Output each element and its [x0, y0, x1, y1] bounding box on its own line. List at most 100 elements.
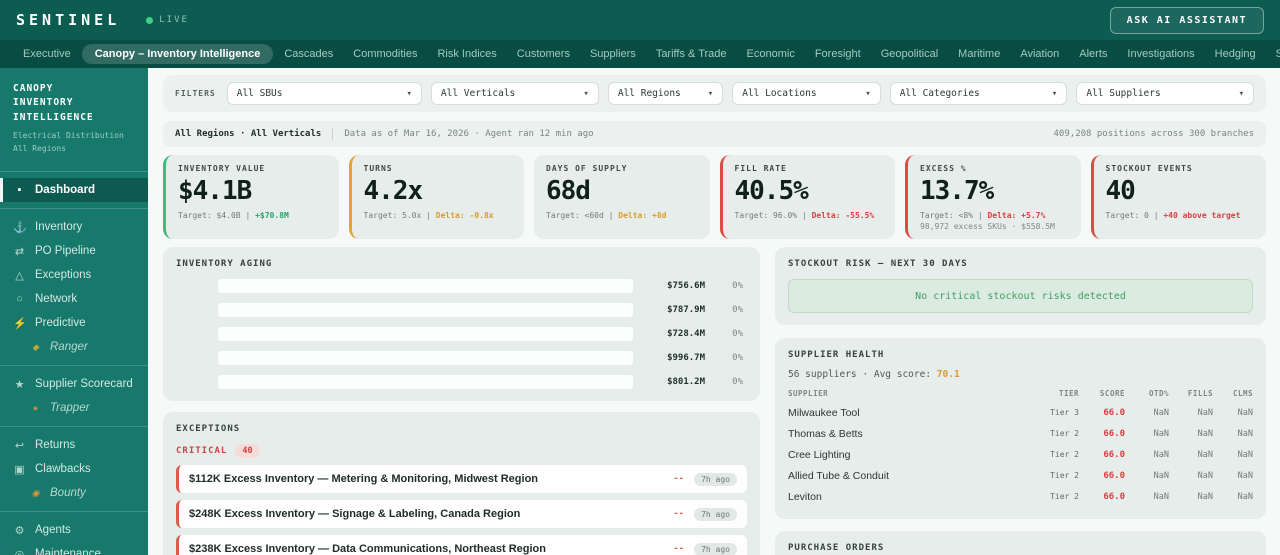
kpi-separator: |: [245, 211, 251, 220]
kpi-value: 4.2x: [363, 176, 424, 206]
kpi-separator: |: [608, 211, 614, 220]
tab-executive[interactable]: Executive: [14, 45, 80, 63]
star-icon: ★: [14, 378, 25, 391]
supplier-tier: Tier 2: [1050, 450, 1079, 459]
tab-geopolitical[interactable]: Geopolitical: [872, 45, 947, 63]
tab-canopy-inventory-intelligence[interactable]: Canopy – Inventory Intelligence: [81, 44, 274, 64]
sidebar-item-label: Ranger: [50, 341, 88, 354]
filter-sbus-value: All SBUs: [236, 88, 283, 99]
filter-suppliers-dropdown[interactable]: All Suppliers ▾: [1076, 82, 1254, 105]
sidebar-item-label: Agents: [35, 524, 71, 537]
filter-sbus-dropdown[interactable]: All SBUs ▾: [226, 82, 422, 105]
aging-pct: 0%: [732, 329, 743, 339]
app-logo: SENTINEL: [16, 11, 121, 29]
kpi-target: Target: <8% | Delta: +5.7%: [920, 211, 1069, 220]
severity-row-critical: CRITICAL 40: [176, 444, 747, 458]
tab-economic[interactable]: Economic: [738, 45, 804, 63]
tab-maritime[interactable]: Maritime: [949, 45, 1009, 63]
column-score: SCORE: [1099, 389, 1125, 398]
sidebar-item-label: Exceptions: [35, 269, 92, 282]
sidebar-item-maintenance[interactable]: ◎ Maintenance: [0, 542, 148, 555]
kpi-card-days-of-supply: DAYS OF SUPPLY 68d Target: <60d | Delta:…: [534, 155, 710, 239]
sidebar-item-exceptions[interactable]: △ Exceptions: [0, 263, 148, 287]
tab-customers[interactable]: Customers: [508, 45, 579, 63]
sidebar-item-bounty[interactable]: ◉ Bounty: [0, 481, 148, 505]
tab-investigations[interactable]: Investigations: [1118, 45, 1203, 63]
tab-foresight[interactable]: Foresight: [806, 45, 870, 63]
tab-settings[interactable]: Settings: [1267, 45, 1280, 63]
supplier-health-panel: SUPPLIER HEALTH 56 suppliers · Avg score…: [775, 338, 1266, 519]
sidebar-divider: [0, 365, 148, 367]
filter-categories-dropdown[interactable]: All Categories ▾: [889, 82, 1068, 105]
po-pipeline-icon: ⇄: [14, 245, 25, 258]
tab-risk-indices[interactable]: Risk Indices: [428, 45, 505, 63]
aging-bar: [218, 279, 633, 293]
supplier-tier: Tier 3: [1050, 408, 1079, 417]
sidebar-item-trapper[interactable]: ● Trapper: [0, 396, 148, 420]
warning-triangle-icon: △: [15, 269, 24, 282]
sidebar-item-clawbacks[interactable]: ▣ Clawbacks: [0, 457, 148, 481]
chevron-down-icon: ▾: [1238, 88, 1244, 99]
kpi-delta: +$70.8M: [255, 211, 289, 220]
sidebar-item-returns[interactable]: ↩ Returns: [0, 433, 148, 457]
tab-hedging[interactable]: Hedging: [1206, 45, 1265, 63]
sidebar-item-inventory[interactable]: ⚓ Inventory: [0, 215, 148, 239]
sidebar-item-agents[interactable]: ⚙ Agents: [0, 518, 148, 542]
kpi-separator: |: [977, 211, 983, 220]
tab-tariffs-trade[interactable]: Tariffs & Trade: [647, 45, 736, 63]
supplier-row[interactable]: Milwaukee Tool Tier 3 66.0 NaN NaN NaN: [788, 402, 1253, 423]
supplier-row[interactable]: Leviton Tier 2 66.0 NaN NaN NaN: [788, 486, 1253, 507]
stockout-risk-message: No critical stockout risks detected: [788, 279, 1253, 313]
supplier-score: 66.0: [1103, 449, 1125, 460]
supplier-clms: NaN: [1237, 470, 1253, 481]
column-supplier: SUPPLIER: [788, 389, 829, 398]
avg-score-label: Avg score:: [873, 369, 932, 380]
filter-regions-dropdown[interactable]: All Regions ▾: [607, 82, 724, 105]
kpi-label: TURNS: [363, 164, 393, 173]
sidebar-item-supplier-scorecard[interactable]: ★ Supplier Scorecard: [0, 372, 148, 396]
column-tier: TIER: [1058, 389, 1079, 398]
tab-aviation[interactable]: Aviation: [1011, 45, 1068, 63]
supplier-count: 56 suppliers: [788, 369, 857, 380]
kpi-delta: Delta: +5.7%: [987, 211, 1046, 220]
supplier-row[interactable]: Thomas & Betts Tier 2 66.0 NaN NaN NaN: [788, 423, 1253, 444]
sidebar-item-network[interactable]: ○ Network: [0, 287, 148, 311]
filter-locations-dropdown[interactable]: All Locations ▾: [732, 82, 881, 105]
filter-verticals-dropdown[interactable]: All Verticals ▾: [430, 82, 599, 105]
kpi-delta: Delta: -55.5%: [811, 211, 875, 220]
sidebar-item-dashboard[interactable]: ▪ Dashboard: [0, 178, 148, 203]
kpi-value: 68d: [546, 176, 591, 206]
tab-cascades[interactable]: Cascades: [275, 45, 342, 63]
aging-value: $728.4M: [667, 329, 705, 339]
kpi-label: FILL RATE: [734, 164, 787, 173]
supplier-score: 66.0: [1103, 407, 1125, 418]
exception-item[interactable]: $112K Excess Inventory — Metering & Moni…: [176, 465, 747, 493]
filter-suppliers-value: All Suppliers: [1086, 88, 1161, 99]
top-header: SENTINEL LIVE ASK AI ASSISTANT: [0, 0, 1280, 40]
tab-alerts[interactable]: Alerts: [1070, 45, 1116, 63]
tab-suppliers[interactable]: Suppliers: [581, 45, 645, 63]
supplier-row[interactable]: Cree Lighting Tier 2 66.0 NaN NaN NaN: [788, 444, 1253, 465]
supplier-row[interactable]: Allied Tube & Conduit Tier 2 66.0 NaN Na…: [788, 465, 1253, 486]
aging-value: $801.2M: [667, 377, 705, 387]
supplier-table-header: SUPPLIER TIER SCORE OTD% FILLS CLMS: [788, 389, 1253, 402]
kpi-card-inventory-value: INVENTORY VALUE $4.1B Target: $4.0B | +$…: [163, 155, 339, 239]
sidebar-item-predictive[interactable]: ⚡ Predictive: [0, 311, 148, 335]
exception-item[interactable]: $248K Excess Inventory — Signage & Label…: [176, 500, 747, 528]
supplier-fills: NaN: [1197, 470, 1213, 481]
status-bar: All Regions · All Verticals Data as of M…: [163, 121, 1266, 147]
kpi-target: Target: <60d | Delta: +8d: [546, 211, 698, 220]
sidebar-item-po-pipeline[interactable]: ⇄ PO Pipeline: [0, 239, 148, 263]
supplier-otd: NaN: [1153, 407, 1169, 418]
kpi-target-text: Target: 96.0%: [734, 211, 798, 220]
lightning-icon: ⚡: [13, 317, 27, 330]
exception-title: $238K Excess Inventory — Data Communicat…: [189, 543, 546, 555]
tab-commodities[interactable]: Commodities: [344, 45, 426, 63]
aging-pct: 0%: [732, 353, 743, 363]
trapper-icon: ●: [32, 403, 39, 414]
kpi-card-stockout-events: STOCKOUT EVENTS 40 Target: 0 | +40 above…: [1090, 155, 1266, 239]
exception-item[interactable]: $238K Excess Inventory — Data Communicat…: [176, 535, 747, 555]
sidebar-item-ranger[interactable]: ◆ Ranger: [0, 335, 148, 359]
ask-ai-assistant-button[interactable]: ASK AI ASSISTANT: [1109, 6, 1264, 34]
purchase-orders-title: PURCHASE ORDERS: [788, 543, 885, 553]
